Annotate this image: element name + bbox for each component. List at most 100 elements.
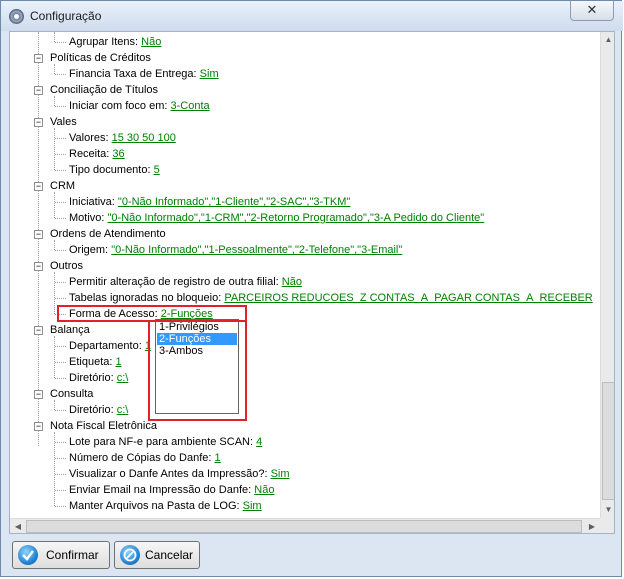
category-label: Outros [50, 260, 84, 272]
setting-value-link[interactable]: Não [141, 36, 161, 48]
setting-label: Iniciar com foco em: [69, 100, 171, 112]
setting-value-link[interactable]: "0-Não Informado","1-Cliente","2-SAC","3… [118, 196, 350, 208]
category-label: Vales [50, 116, 77, 128]
collapse-toggle-icon[interactable]: − [34, 230, 43, 239]
setting-value-link[interactable]: Sim [243, 500, 262, 512]
tree-connector [55, 362, 66, 363]
setting-label: Tipo documento: [69, 164, 154, 176]
tree-node-balanca[interactable]: Balança [50, 322, 90, 338]
confirm-button[interactable]: Confirmar [12, 541, 110, 569]
tree-connector [55, 282, 66, 283]
tree-node-etiqueta[interactable]: Etiqueta: 1 [69, 354, 122, 370]
collapse-toggle-icon[interactable]: − [34, 326, 43, 335]
tree-connector [55, 474, 66, 475]
collapse-toggle-icon[interactable]: − [34, 86, 43, 95]
scroll-left-arrow-icon[interactable]: ◀ [10, 519, 26, 533]
tree-node-iniciativa[interactable]: Iniciativa: "0-Não Informado","1-Cliente… [69, 194, 350, 210]
tree-node-financia[interactable]: Financia Taxa de Entrega: Sim [69, 66, 219, 82]
category-label: CRM [50, 180, 76, 192]
horizontal-scroll-thumb[interactable] [26, 520, 582, 533]
collapse-toggle-icon[interactable]: − [34, 262, 43, 271]
tree-node-nfe[interactable]: Nota Fiscal Eletrônica [50, 418, 157, 434]
setting-label: Receita: [69, 148, 113, 160]
tree-node-tabelas[interactable]: Tabelas ignoradas no bloqueio: PARCEIROS… [69, 290, 593, 306]
tree-node-origem[interactable]: Origem: "0-Não Informado","1-Pessoalment… [69, 242, 402, 258]
app-icon [9, 9, 24, 24]
setting-value-link[interactable]: 5 [154, 164, 160, 176]
window-title: Configuração [30, 9, 102, 23]
close-button[interactable]: ✕ [570, 1, 614, 21]
highlight-options-list [148, 320, 247, 421]
title-bar[interactable]: Configuração ✕ [1, 1, 623, 31]
tree-connector [55, 250, 66, 251]
collapse-toggle-icon[interactable]: − [34, 118, 43, 127]
setting-value-link[interactable]: "0-Não Informado","1-Pessoalmente","2-Te… [111, 244, 402, 256]
tree-node-motivo[interactable]: Motivo: "0-Não Informado","1-CRM","2-Ret… [69, 210, 484, 226]
setting-label: Enviar Email na Impressão do Danfe: [69, 484, 255, 496]
vertical-scroll-thumb[interactable] [602, 382, 614, 500]
tree-node-diretorio2[interactable]: Diretório: c:\ [69, 402, 128, 418]
tree-node-departamento[interactable]: Departamento: 1 [69, 338, 151, 354]
cancel-label: Cancelar [145, 548, 194, 562]
setting-label: Diretório: [69, 372, 117, 384]
tree-node-conciliacao[interactable]: Conciliação de Títulos [50, 82, 158, 98]
tree-connector [55, 506, 66, 507]
tree-node-diretorio1[interactable]: Diretório: c:\ [69, 370, 128, 386]
scroll-right-arrow-icon[interactable]: ▶ [584, 519, 600, 533]
tree-connector [55, 202, 66, 203]
setting-label: Iniciativa: [69, 196, 118, 208]
scroll-down-arrow-icon[interactable]: ▼ [601, 502, 614, 518]
tree-node-enviar[interactable]: Enviar Email na Impressão do Danfe: Não [69, 482, 274, 498]
tree-node-copias[interactable]: Número de Cópias do Danfe: 1 [69, 450, 221, 466]
tree-node-consulta[interactable]: Consulta [50, 386, 93, 402]
collapse-toggle-icon[interactable]: − [34, 390, 43, 399]
setting-value-link[interactable]: 3-Conta [170, 100, 209, 112]
tree-node-visualizar[interactable]: Visualizar o Danfe Antes da Impressão?: … [69, 466, 290, 482]
checkmark-icon [18, 545, 38, 565]
tree-node-outros[interactable]: Outros [50, 258, 83, 274]
setting-value-link[interactable]: c:\ [117, 404, 129, 416]
setting-label: Lote para NF-e para ambiente SCAN: [69, 436, 257, 448]
tree-node-iniciar[interactable]: Iniciar com foco em: 3-Conta [69, 98, 210, 114]
setting-value-link[interactable]: Sim [200, 68, 219, 80]
configuracao-window: Configuração ✕ Agrupar Itens: Não − Políti… [0, 0, 623, 577]
tree-node-receita[interactable]: Receita: 36 [69, 146, 125, 162]
tree-node-tipodoc[interactable]: Tipo documento: 5 [69, 162, 160, 178]
collapse-toggle-icon[interactable]: − [34, 54, 43, 63]
tree-node-crm[interactable]: CRM [50, 178, 75, 194]
tree-node-ordens[interactable]: Ordens de Atendimento [50, 226, 166, 242]
tree-node-lote[interactable]: Lote para NF-e para ambiente SCAN: 4 [69, 434, 262, 450]
tree-node-valores[interactable]: Valores: 15 30 50 100 [69, 130, 176, 146]
tree-connector [55, 74, 66, 75]
scroll-up-arrow-icon[interactable]: ▲ [601, 32, 614, 48]
setting-value-link[interactable]: Não [254, 484, 274, 496]
tree-connector [55, 410, 66, 411]
setting-label: Departamento: [69, 340, 145, 352]
setting-value-link[interactable]: 4 [256, 436, 262, 448]
setting-value-link[interactable]: Sim [271, 468, 290, 480]
setting-label: Agrupar Itens: [69, 36, 142, 48]
tree-node-vales[interactable]: Vales [50, 114, 77, 130]
tree-node-politicas[interactable]: Políticas de Créditos [50, 50, 151, 66]
vertical-scrollbar[interactable]: ▲ ▼ [600, 32, 614, 518]
tree-node-agrupar[interactable]: Agrupar Itens: Não [69, 34, 161, 50]
category-label: Políticas de Créditos [50, 52, 151, 64]
collapse-toggle-icon[interactable]: − [34, 422, 43, 431]
tree-node-manter[interactable]: Manter Arquivos na Pasta de LOG: Sim [69, 498, 262, 514]
tree-node-permitir[interactable]: Permitir alteração de registro de outra … [69, 274, 302, 290]
collapse-toggle-icon[interactable]: − [34, 182, 43, 191]
cancel-button[interactable]: Cancelar [114, 541, 200, 569]
setting-value-link[interactable]: "0-Não Informado","1-CRM","2-Retorno Pro… [108, 212, 485, 224]
setting-value-link[interactable]: 15 30 50 100 [112, 132, 176, 144]
tree-connector [55, 346, 66, 347]
setting-value-link[interactable]: Não [282, 276, 302, 288]
setting-value-link[interactable]: 1 [115, 356, 121, 368]
setting-value-link[interactable]: c:\ [117, 372, 129, 384]
horizontal-scrollbar[interactable]: ◀ ▶ [10, 518, 600, 533]
setting-label: Valores: [69, 132, 112, 144]
setting-value-link[interactable]: 1 [215, 452, 221, 464]
setting-value-link[interactable]: PARCEIROS REDUCOES_Z CONTAS_A_PAGAR CONT… [224, 292, 592, 304]
cancel-slash-icon [120, 545, 140, 565]
setting-value-link[interactable]: 36 [112, 148, 124, 160]
tree-connector [54, 432, 55, 506]
